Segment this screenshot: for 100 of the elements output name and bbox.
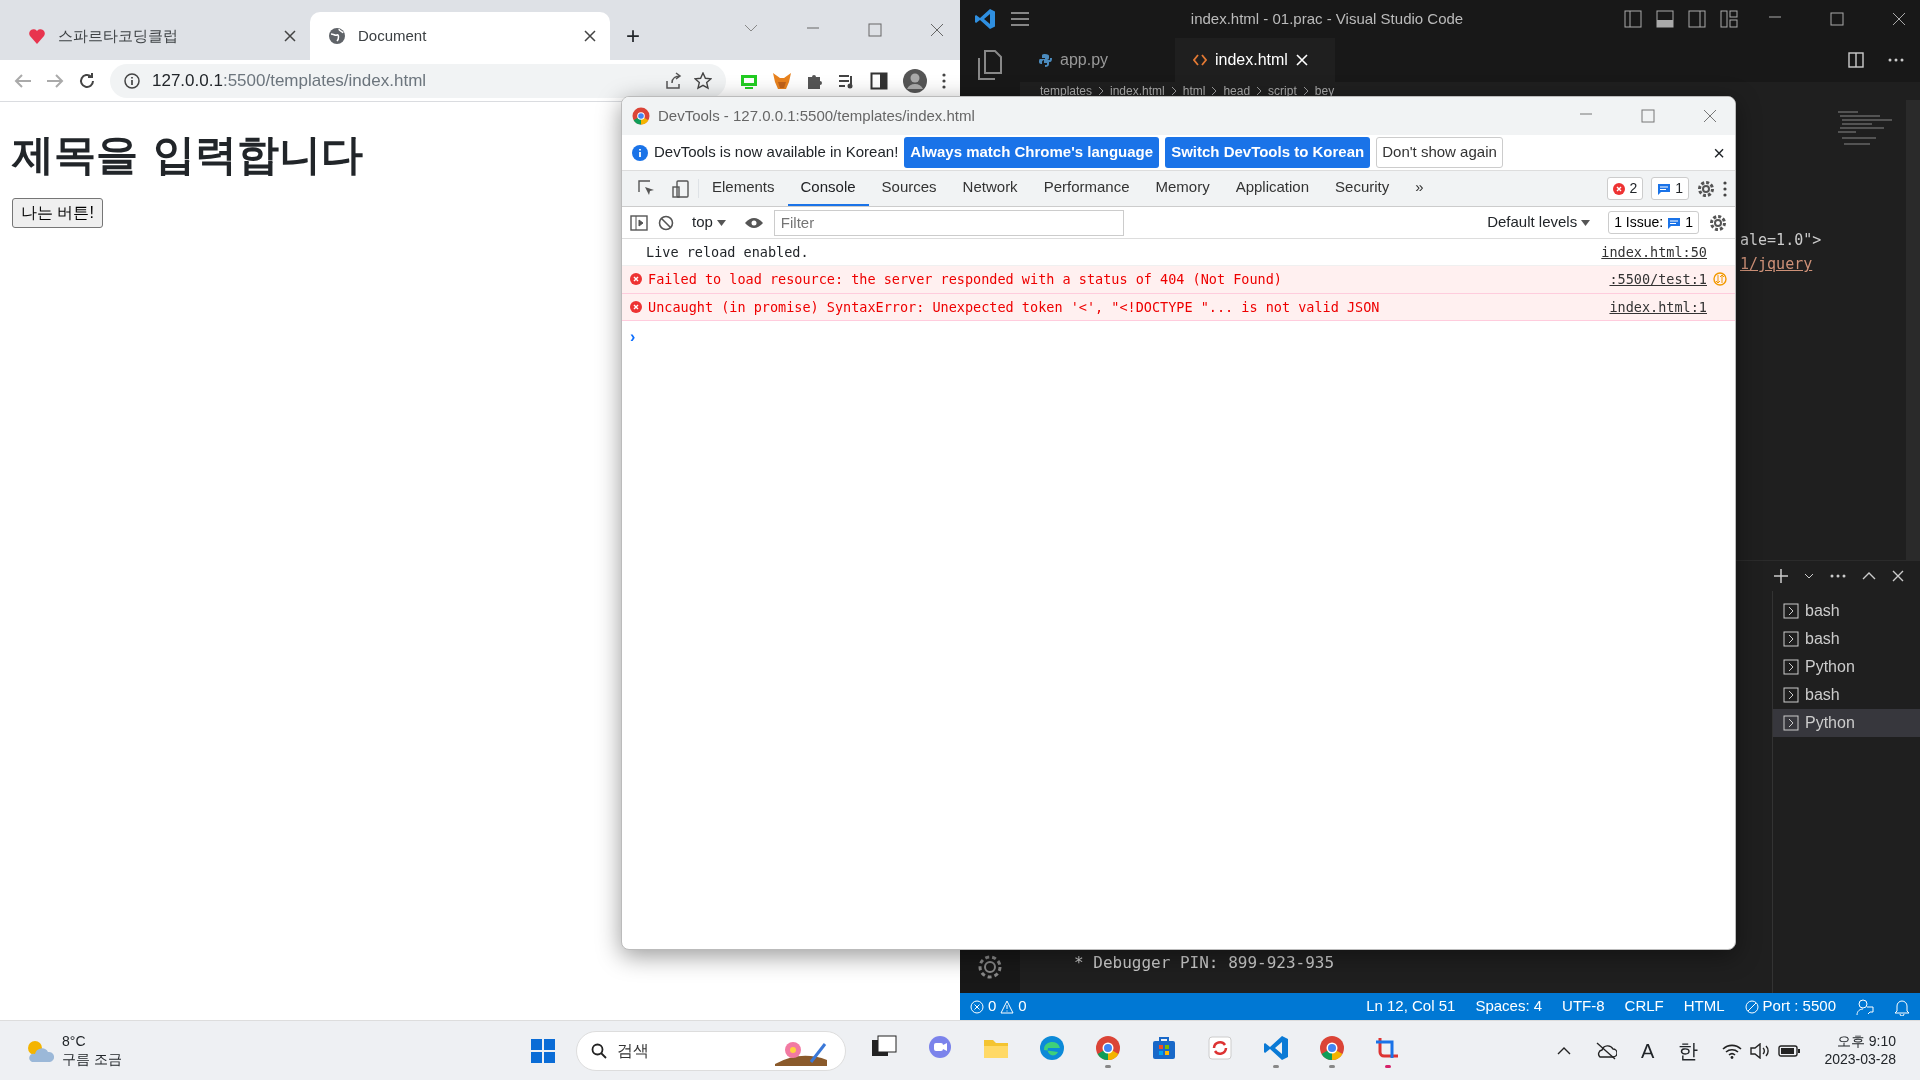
- browser-tab[interactable]: Document: [310, 12, 610, 60]
- terminal-item[interactable]: Python: [1773, 709, 1920, 737]
- cloud-offline-icon[interactable]: [1595, 1041, 1618, 1060]
- port-status[interactable]: Port : 5500: [1744, 995, 1836, 1018]
- status-item[interactable]: Ln 12, Col 51: [1366, 995, 1456, 1018]
- devtools-tab[interactable]: Memory: [1142, 171, 1223, 206]
- side-panel-icon[interactable]: [870, 71, 888, 90]
- clock-date[interactable]: 2023-03-28: [1824, 1050, 1896, 1068]
- devtools-tab[interactable]: Performance: [1030, 171, 1143, 206]
- device-toolbar-icon[interactable]: [672, 179, 690, 198]
- page-button[interactable]: 나는 버튼!: [12, 198, 103, 229]
- console-prompt[interactable]: ›: [630, 327, 636, 345]
- source-link[interactable]: :5500/test:1: [1609, 269, 1707, 290]
- more-tabs-button[interactable]: »: [1402, 171, 1437, 206]
- context-dropdown[interactable]: top: [684, 211, 734, 234]
- address-bar[interactable]: 127.0.0.1:5500/templates/index.html: [110, 63, 726, 98]
- more-actions-icon[interactable]: [1888, 58, 1904, 62]
- terminal-item[interactable]: bash: [1773, 681, 1920, 709]
- layout-grid-icon[interactable]: [1720, 10, 1738, 28]
- error-count[interactable]: 2: [1607, 177, 1644, 200]
- status-item[interactable]: HTML: [1683, 995, 1725, 1018]
- breadcrumb-item[interactable]: index.html: [1110, 82, 1165, 100]
- message-count[interactable]: 1: [1651, 177, 1689, 200]
- star-icon[interactable]: [694, 71, 712, 90]
- start-button-icon[interactable]: [530, 1037, 556, 1064]
- devtools-tab[interactable]: Application: [1222, 171, 1323, 206]
- more-options-icon[interactable]: [942, 72, 946, 89]
- search-field[interactable]: 검색: [576, 1030, 846, 1071]
- profile-avatar-icon[interactable]: [902, 67, 928, 94]
- plus-icon[interactable]: [1774, 569, 1788, 583]
- menu-icon[interactable]: [1010, 12, 1030, 26]
- terminal-icon: [1783, 687, 1799, 703]
- chrome-browser-icon: [1318, 1033, 1346, 1062]
- devtools-tab[interactable]: Sources: [868, 171, 950, 206]
- code-text: 1/jquery: [1740, 254, 1814, 275]
- eye-icon[interactable]: [743, 216, 764, 229]
- more-options-icon[interactable]: [1723, 180, 1727, 197]
- files-icon[interactable]: [976, 50, 1004, 80]
- breadcrumb-item[interactable]: bey: [1314, 82, 1335, 100]
- new-tab-button[interactable]: +: [618, 20, 648, 52]
- terminal-icon: [1783, 631, 1799, 647]
- breadcrumb-item[interactable]: head: [1223, 82, 1251, 100]
- clock-time[interactable]: 오후 9:10: [1824, 1033, 1896, 1051]
- chevron-down-icon[interactable]: [1804, 573, 1814, 579]
- warning-icon: [1000, 999, 1015, 1014]
- split-editor-icon[interactable]: [1848, 52, 1864, 68]
- status-item[interactable]: Spaces: 4: [1475, 995, 1543, 1018]
- bell-icon[interactable]: [1894, 997, 1910, 1016]
- source-link[interactable]: index.html:50: [1601, 242, 1707, 263]
- feedback-icon[interactable]: [1856, 997, 1874, 1016]
- vscode-logo-icon: [974, 8, 996, 30]
- levels-dropdown[interactable]: Default levels: [1479, 211, 1599, 234]
- settings-icon[interactable]: [976, 953, 1004, 981]
- status-item[interactable]: UTF-8: [1562, 995, 1605, 1018]
- share-icon[interactable]: [664, 71, 682, 90]
- speaker-icon[interactable]: [1750, 1042, 1771, 1059]
- browser-tab[interactable]: 스파르타코딩클럽: [10, 12, 310, 60]
- sync-arrows-icon: [1206, 1033, 1234, 1062]
- filter-field[interactable]: Filter: [773, 209, 1124, 236]
- chevron-right-icon: [1211, 86, 1218, 96]
- breadcrumb-item[interactable]: html: [1182, 82, 1206, 100]
- ime-language[interactable]: 한: [1678, 1035, 1699, 1066]
- terminal-item[interactable]: bash: [1773, 597, 1920, 625]
- close-button[interactable]: ×: [1713, 142, 1725, 163]
- close-icon[interactable]: [584, 30, 596, 42]
- battery-icon[interactable]: [1778, 1044, 1801, 1057]
- info-message: DevTools is now available in Korean!: [654, 142, 899, 163]
- close-icon[interactable]: [284, 30, 296, 42]
- chevron-up-icon[interactable]: [1557, 1046, 1572, 1055]
- wifi-icon[interactable]: [1722, 1042, 1743, 1059]
- more-actions-icon[interactable]: [1830, 574, 1846, 578]
- editor-tab[interactable]: index.html: [1175, 38, 1335, 82]
- sidebar-toggle-icon[interactable]: [630, 214, 648, 231]
- settings-icon[interactable]: [1709, 213, 1727, 232]
- terminal-item[interactable]: Python: [1773, 653, 1920, 681]
- infobar-button[interactable]: Don't show again: [1376, 137, 1503, 168]
- status-item[interactable]: CRLF: [1624, 995, 1664, 1018]
- close-icon[interactable]: [1892, 12, 1906, 26]
- devtools-tab[interactable]: Security: [1322, 171, 1403, 206]
- issues-button[interactable]: 1 Issue: 1: [1608, 211, 1699, 234]
- terminal-item[interactable]: bash: [1773, 625, 1920, 653]
- breadcrumb-item[interactable]: script: [1268, 82, 1297, 100]
- fox-icon[interactable]: [772, 71, 792, 90]
- clear-console-icon[interactable]: [658, 214, 674, 231]
- reload-icon[interactable]: [78, 71, 96, 90]
- layout-sidebar-right-icon[interactable]: [1688, 10, 1706, 28]
- problems-status[interactable]: 0 0: [970, 995, 1027, 1018]
- devtools-tab[interactable]: Network: [949, 171, 1031, 206]
- settings-icon[interactable]: [1697, 179, 1715, 198]
- ime-mode[interactable]: A: [1641, 1035, 1655, 1066]
- terminal-icon: [1783, 603, 1799, 619]
- source-link[interactable]: index.html:1: [1609, 296, 1707, 317]
- layout-sidebar-icon[interactable]: [1624, 10, 1642, 28]
- breadcrumb-item[interactable]: templates: [1040, 82, 1093, 100]
- devtools-tab[interactable]: Elements: [699, 171, 788, 206]
- infobar-button[interactable]: Always match Chrome's language: [904, 137, 1160, 168]
- layout-panel-icon[interactable]: [1656, 10, 1674, 28]
- devtools-tab[interactable]: Console: [787, 171, 869, 206]
- infobar-button[interactable]: Switch DevTools to Korean: [1165, 137, 1371, 168]
- maximize-icon[interactable]: [1830, 12, 1844, 26]
